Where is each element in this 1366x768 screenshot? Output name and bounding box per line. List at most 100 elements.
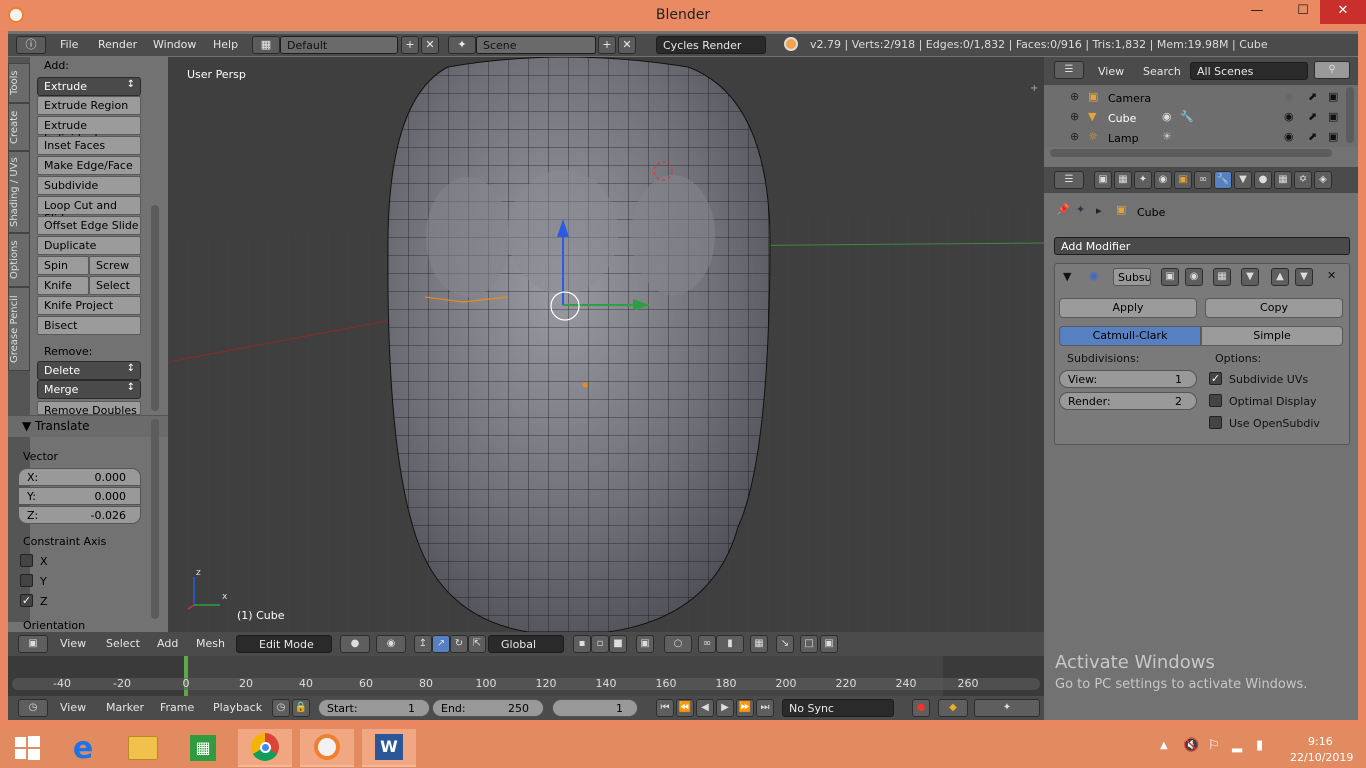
material-tab-icon[interactable]: ● xyxy=(1254,171,1272,189)
properties-editor-type-icon[interactable]: ☰ xyxy=(1054,171,1084,189)
show-hidden-icons-icon[interactable]: ▲ xyxy=(1160,740,1168,751)
menu-mesh[interactable]: Mesh xyxy=(196,637,225,650)
minimize-button[interactable]: — xyxy=(1240,0,1274,24)
transform-orientation-dropdown[interactable]: Global xyxy=(488,635,564,653)
use-opensubdiv-checkbox[interactable] xyxy=(1209,416,1222,429)
jump-keyframe-forward-icon[interactable]: ⏩ xyxy=(736,699,754,717)
constraint-y-checkbox[interactable] xyxy=(20,574,33,587)
play-icon[interactable]: ▶ xyxy=(716,699,734,717)
close-button[interactable]: ✕ xyxy=(1320,0,1366,24)
action-center-icon[interactable]: ⚐ xyxy=(1208,738,1220,753)
subdivide-uvs-checkbox[interactable]: ✓ xyxy=(1209,372,1222,385)
visibility-icon[interactable]: ◉ xyxy=(1284,110,1294,123)
collapse-arrow-icon[interactable]: ▼ xyxy=(1063,270,1071,283)
ruler-icon[interactable]: ↘ xyxy=(776,635,794,653)
start-button[interactable] xyxy=(0,729,54,767)
tab-tools[interactable]: Tools xyxy=(8,63,30,103)
editor-type-icon[interactable]: ▣ xyxy=(18,635,48,653)
outliner-row-camera[interactable]: ⊕ ▣ Camera ◉ ⬈ ▣ xyxy=(1044,88,1358,108)
tab-shading-uvs[interactable]: Shading / UVs xyxy=(8,151,30,233)
start-frame-field[interactable]: Start: 1 xyxy=(318,699,430,717)
render-layers-tab-icon[interactable]: ▦ xyxy=(1114,171,1132,189)
scale-manipulator-icon[interactable]: ⇱ xyxy=(468,635,486,653)
scene-tab-icon[interactable]: ✦ xyxy=(1134,171,1152,189)
timeline-menu-view[interactable]: View xyxy=(60,701,86,714)
translate-panel-header[interactable]: ▼ Translate xyxy=(8,415,168,437)
jump-end-icon[interactable]: ⏭ xyxy=(756,699,774,717)
current-frame-field[interactable]: 1 xyxy=(552,699,638,717)
physics-tab-icon[interactable]: ◈ xyxy=(1314,171,1332,189)
vector-z-field[interactable]: Z: -0.026 xyxy=(18,506,141,524)
tab-create[interactable]: Create xyxy=(8,103,30,151)
vertex-select-icon[interactable]: ▪ xyxy=(573,635,591,653)
menu-window[interactable]: Window xyxy=(153,38,196,51)
battery-icon[interactable]: ▮ xyxy=(1256,738,1263,753)
render-engine-dropdown[interactable]: Cycles Render xyxy=(656,36,766,54)
render-visibility-icon[interactable]: ▣ xyxy=(1161,268,1179,286)
expand-icon[interactable]: ⊕ xyxy=(1070,110,1079,123)
vector-y-field[interactable]: Y: 0.000 xyxy=(18,487,141,505)
texture-tab-icon[interactable]: ▦ xyxy=(1274,171,1292,189)
move-up-icon[interactable]: ▲ xyxy=(1271,268,1289,286)
make-edge-face-button[interactable]: Make Edge/Face xyxy=(37,156,141,175)
expand-icon[interactable]: ⊕ xyxy=(1070,90,1079,103)
world-tab-icon[interactable]: ◉ xyxy=(1154,171,1172,189)
offset-edge-slide-button[interactable]: Offset Edge Slide xyxy=(37,216,141,235)
occlude-geometry-icon[interactable]: ▣ xyxy=(636,635,654,653)
end-frame-field[interactable]: End: 250 xyxy=(432,699,544,717)
modifier-name-field[interactable]: Subsu xyxy=(1113,268,1151,286)
menu-select[interactable]: Select xyxy=(106,637,140,650)
file-explorer-taskbar-button[interactable] xyxy=(116,729,170,767)
pivot-point-icon[interactable]: ◉ xyxy=(376,635,406,653)
internet-explorer-taskbar-button[interactable]: e xyxy=(56,729,110,767)
tool-shelf-scrollbar[interactable] xyxy=(151,205,159,411)
screw-button[interactable]: Screw xyxy=(89,256,141,275)
store-taskbar-button[interactable]: ▦ xyxy=(176,729,230,767)
volume-muted-icon[interactable]: 🔇 xyxy=(1183,738,1199,753)
viewport-canvas[interactable] xyxy=(168,57,1044,632)
constraints-tab-icon[interactable]: ∞ xyxy=(1194,171,1212,189)
expand-icon[interactable]: ⊕ xyxy=(1070,130,1079,143)
outliner-menu-search[interactable]: Search xyxy=(1143,65,1181,78)
knife-button[interactable]: Knife xyxy=(37,276,89,295)
tab-options[interactable]: Options xyxy=(8,233,30,287)
timeline-menu-frame[interactable]: Frame xyxy=(160,701,194,714)
select-arrow-icon[interactable]: ⬈ xyxy=(1308,90,1317,103)
screen-layout-field[interactable]: Default xyxy=(280,36,398,54)
proportional-edit-icon[interactable]: ○ xyxy=(664,635,692,653)
outliner-filter-dropdown[interactable]: All Scenes xyxy=(1190,62,1308,80)
apply-button[interactable]: Apply xyxy=(1059,298,1197,318)
editmode-visibility-icon[interactable]: ▦ xyxy=(1213,268,1231,286)
optimal-display-checkbox[interactable] xyxy=(1209,394,1222,407)
object-tab-icon[interactable]: ▣ xyxy=(1174,171,1192,189)
manipulator-icon[interactable]: ↥ xyxy=(414,635,432,653)
extrude-individual-button[interactable]: Extrude Individual xyxy=(37,116,141,145)
render-toggle-icon[interactable]: ▣ xyxy=(1328,90,1338,103)
viewport-expand-icon[interactable]: + xyxy=(1030,83,1040,94)
clock-time[interactable]: 9:16 xyxy=(1308,735,1333,748)
duplicate-button[interactable]: Duplicate xyxy=(37,236,141,255)
knife-project-button[interactable]: Knife Project xyxy=(37,296,141,315)
snap-toggle-icon[interactable]: ∞ xyxy=(698,635,716,653)
add-scene-button[interactable]: + xyxy=(598,36,616,54)
render-animation-icon[interactable]: ▣ xyxy=(820,635,838,653)
cage-visibility-icon[interactable]: ▼ xyxy=(1241,268,1259,286)
extrude-dropdown[interactable]: Extrude xyxy=(37,77,141,96)
outliner-row-cube[interactable]: ⊕ ▼ Cube ◉ 🔧 ◉ ⬈ ▣ xyxy=(1044,108,1358,128)
scene-icon[interactable]: ✦ xyxy=(448,36,476,54)
catmull-clark-button[interactable]: Catmull-Clark xyxy=(1059,326,1201,346)
bisect-button[interactable]: Bisect xyxy=(37,316,141,335)
info-editor-type-icon[interactable]: ⓘ xyxy=(16,36,46,54)
modifiers-tab-icon[interactable]: 🔧 xyxy=(1214,171,1232,189)
select-arrow-icon[interactable]: ⬈ xyxy=(1308,110,1317,123)
outliner-editor-type-icon[interactable]: ☰ xyxy=(1054,61,1084,79)
play-reverse-icon[interactable]: ◀ xyxy=(696,699,714,717)
rotate-manipulator-icon[interactable]: ↻ xyxy=(450,635,468,653)
visibility-icon[interactable]: ◉ xyxy=(1284,130,1294,143)
subdivide-button[interactable]: Subdivide xyxy=(37,176,141,195)
outliner-menu-view[interactable]: View xyxy=(1098,65,1124,78)
outliner-row-lamp[interactable]: ⊕ ☼ Lamp ☀ ◉ ⬈ ▣ xyxy=(1044,128,1358,148)
chrome-taskbar-button[interactable] xyxy=(238,729,292,767)
edge-select-icon[interactable]: ▫ xyxy=(591,635,609,653)
spin-button[interactable]: Spin xyxy=(37,256,89,275)
